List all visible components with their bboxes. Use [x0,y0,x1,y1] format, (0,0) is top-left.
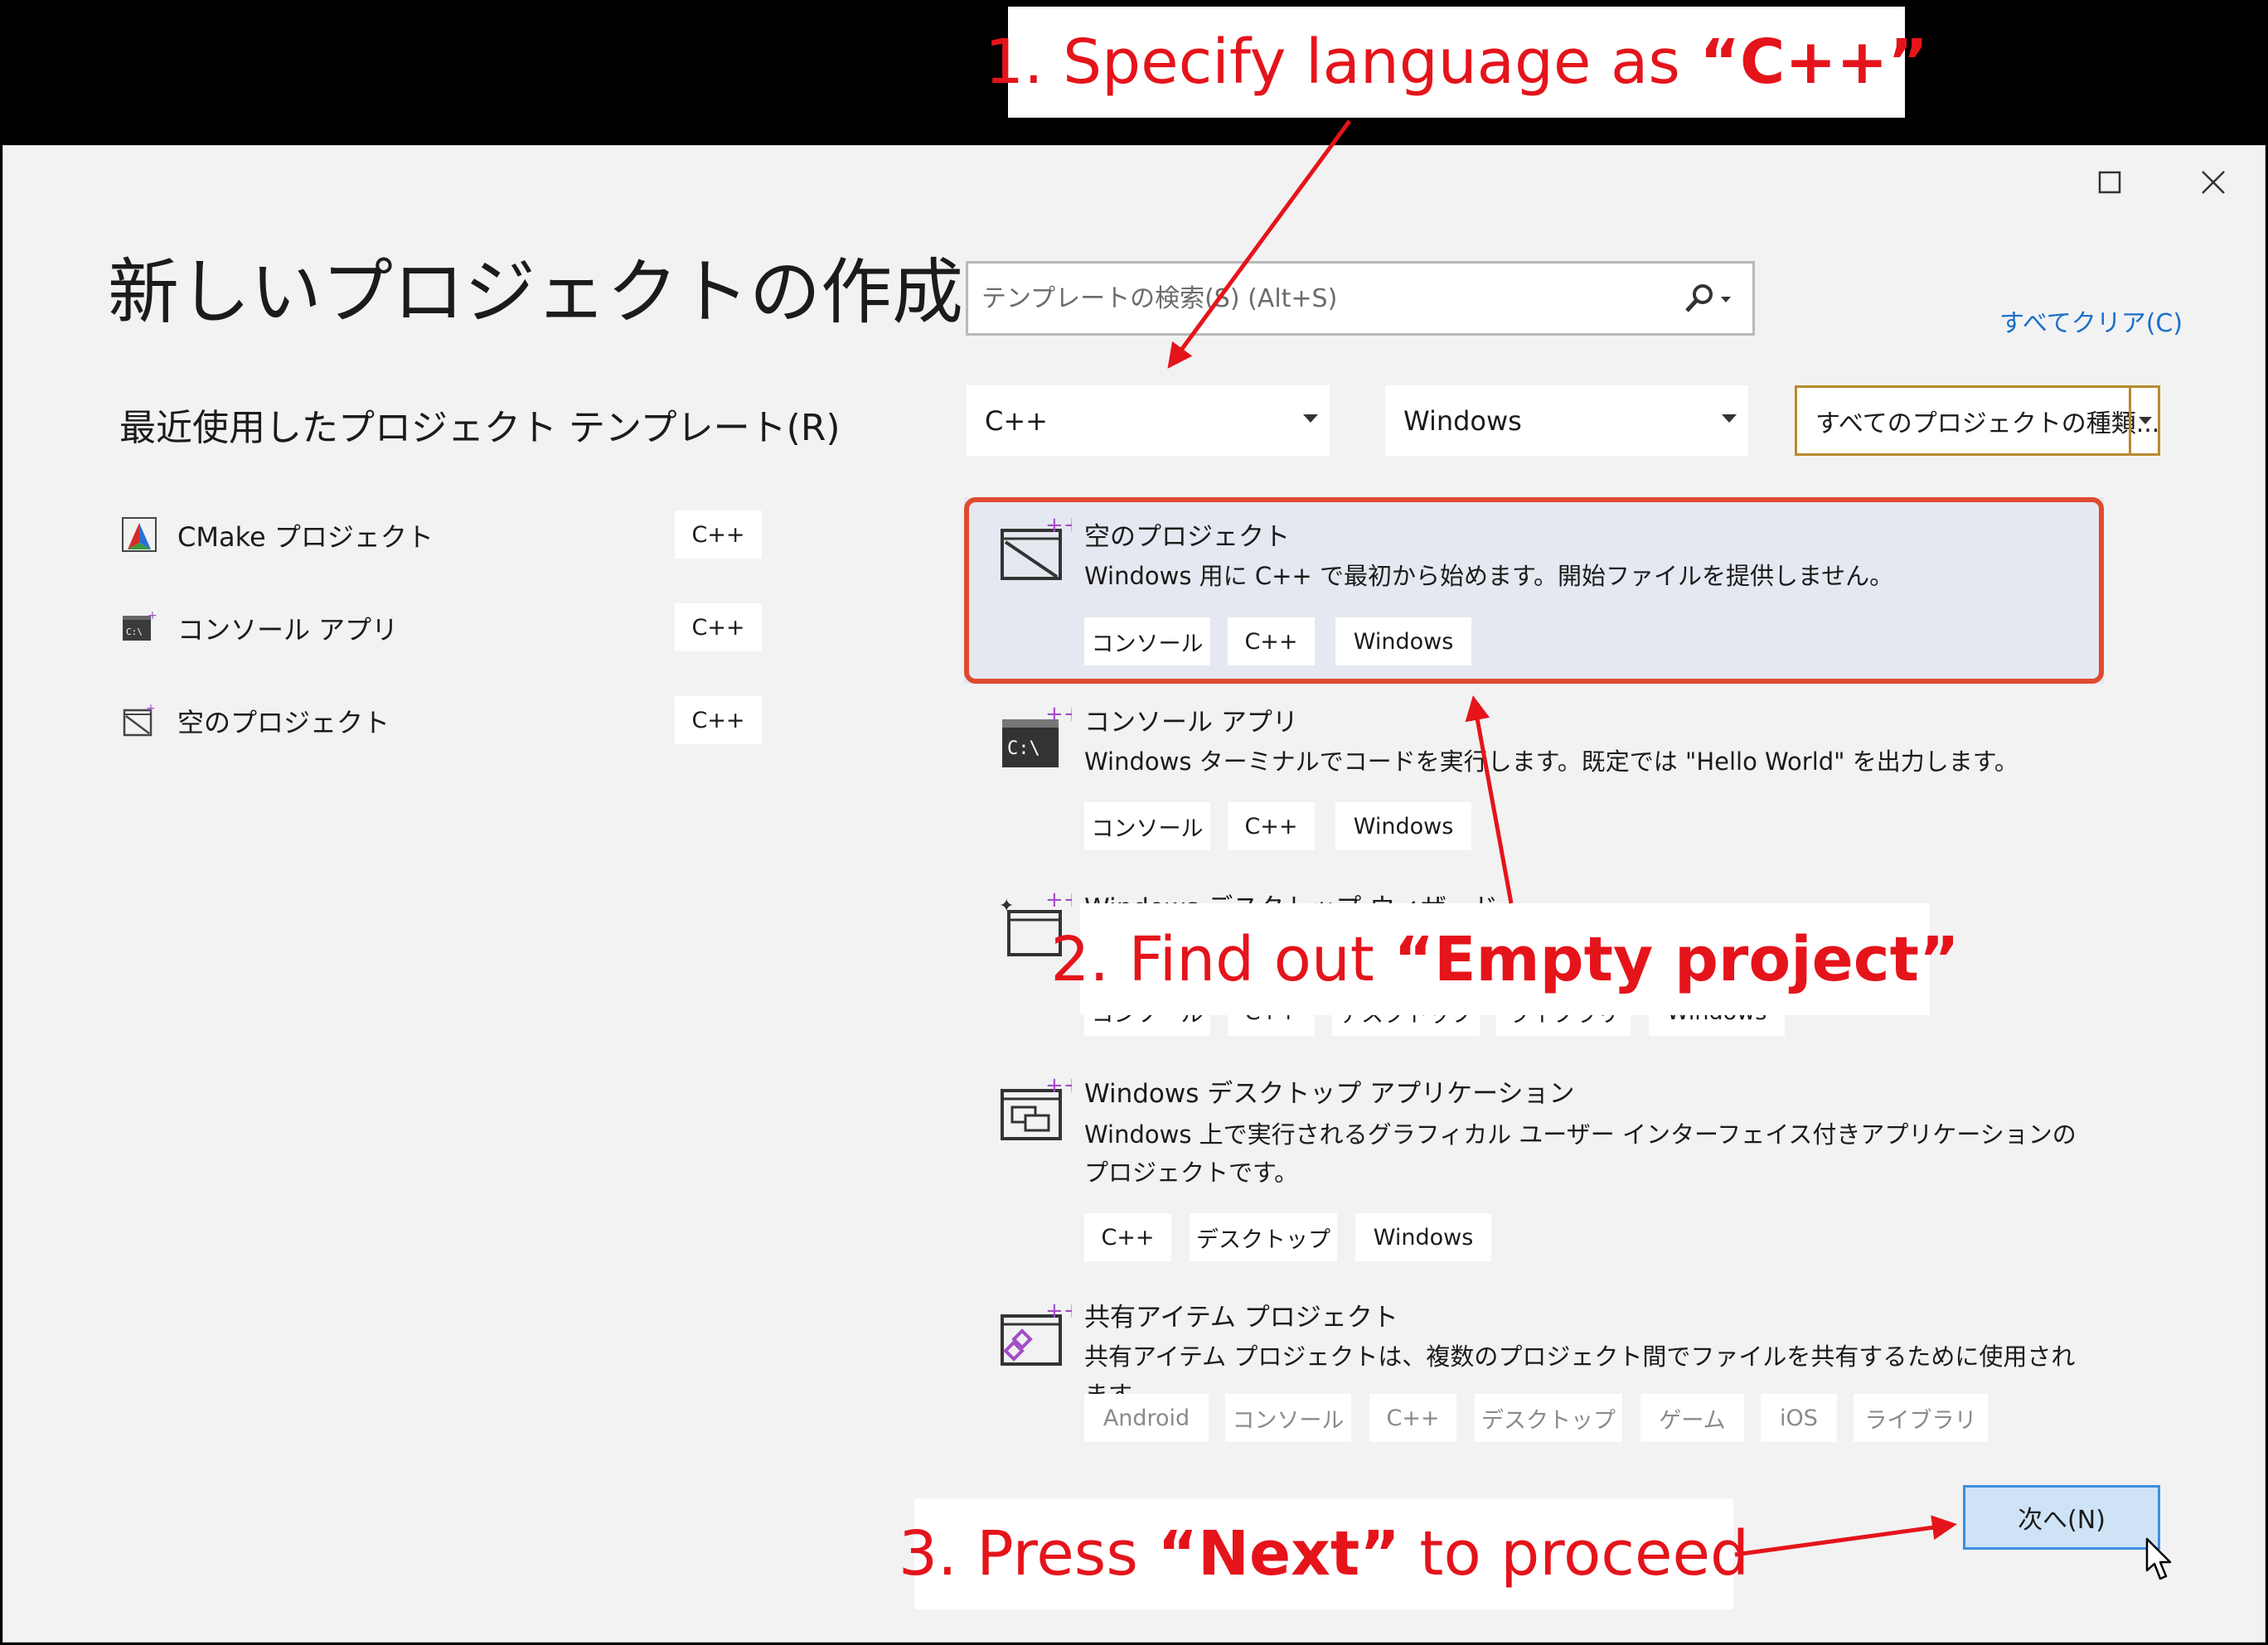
annotation-text: 2. Find out [1050,923,1394,995]
annotation-emphasis: “Empty project” [1393,923,1960,995]
empty-project-icon: + [123,702,156,737]
template-item-shared-items[interactable]: ++ 共有アイテム プロジェクト 共有アイテム プロジェクトは、複数のプロジェク… [964,1283,2104,1449]
clear-all-link[interactable]: すべてクリア(C) [1999,302,2183,339]
template-name: コンソール アプリ [1084,708,1298,738]
combo-divider [2129,388,2131,453]
recent-item-tag: C++ [675,510,762,559]
recent-templates-heading: 最近使用したプロジェクト テンプレート(R) [119,407,841,449]
recent-item-label: 空のプロジェクト [177,707,390,738]
template-item-empty-project[interactable]: ++ 空のプロジェクト Windows 用に C++ で最初から始めます。開始フ… [964,497,2104,684]
recent-item-console-app[interactable]: C:\ + コンソール アプリ C++ [119,595,766,661]
svg-text:C:\: C:\ [1007,738,1040,759]
recent-item-empty-project[interactable]: + 空のプロジェクト C++ [119,688,766,754]
maximize-button[interactable] [2085,162,2135,203]
template-item-desktop-app[interactable]: ++ Windows デスクトップ アプリケーション Windows 上で実行さ… [964,1057,2104,1281]
template-tag: C++ [1084,1213,1171,1261]
template-tag: ゲーム [1640,1394,1744,1442]
template-name: 空のプロジェクト [1084,522,1290,552]
annotation-emphasis: “C++” [1699,27,1928,98]
cmake-icon [122,517,157,552]
project-type-filter-value: すべてのプロジェクトの種類... [1815,409,2160,438]
svg-text:++: ++ [1045,702,1072,727]
template-tag: デスクトップ [1190,1213,1337,1261]
shared-items-icon: ++ [1001,1299,1072,1366]
template-tag: C++ [1228,802,1315,850]
recent-item-cmake[interactable]: CMake プロジェクト C++ [119,502,766,568]
platform-filter[interactable]: Windows [1385,385,1748,456]
template-tag: デスクトップ [1475,1394,1622,1442]
svg-text:++: ++ [1045,513,1072,538]
template-search-input[interactable] [980,283,1630,314]
desktop-app-icon: ++ [1001,1073,1072,1140]
template-tag: ライブラリ [1854,1394,1988,1442]
annotation-text: 1. Specify language as [985,27,1700,98]
template-tag: コンソール [1084,617,1210,665]
language-filter[interactable]: C++ [967,385,1330,456]
template-item-console-app[interactable]: C:\ ++ コンソール アプリ Windows ターミナルでコードを実行します… [964,686,2104,868]
console-app-icon: C:\ + [123,609,158,641]
chevron-down-icon [2139,417,2152,424]
chevron-down-icon [1722,414,1737,423]
template-tag: Windows [1335,617,1471,665]
language-filter-value: C++ [985,404,1048,437]
next-button[interactable]: 次へ(N) [1963,1485,2160,1550]
project-type-filter[interactable]: すべてのプロジェクトの種類... [1795,385,2160,456]
svg-text:C:\: C:\ [126,627,143,637]
recent-item-tag: C++ [675,696,762,744]
annotation-step2: 2. Find out “Empty project” [1050,903,1960,1015]
annotation-text: to proceed [1399,1518,1749,1589]
template-description: Windows 上で実行されるグラフィカル ユーザー インターフェイス付きアプリ… [1084,1120,2077,1187]
close-button[interactable] [2188,162,2238,203]
template-tag: コンソール [1225,1394,1351,1442]
svg-text:+: + [146,702,156,715]
svg-text:++: ++ [1045,1299,1072,1323]
template-tag: Windows [1335,802,1471,850]
template-search-box [966,261,1755,336]
empty-project-icon: ++ [1001,513,1072,580]
annotation-emphasis: “Next” [1157,1518,1400,1589]
template-tag: Android [1084,1394,1209,1442]
chevron-down-icon [1303,414,1318,423]
page-title: 新しいプロジェクトの作成 [108,251,963,334]
template-name: 共有アイテム プロジェクト [1084,1303,1398,1333]
template-tag: Windows [1355,1213,1491,1261]
template-tag: iOS [1761,1394,1837,1442]
recent-item-label: コンソール アプリ [177,614,399,646]
search-icon[interactable] [1678,280,1737,318]
template-description: Windows 用に C++ で最初から始めます。開始ファイルを提供しません。 [1084,562,1894,590]
template-name: Windows デスクトップ アプリケーション [1084,1079,1575,1109]
svg-text:✦: ✦ [999,896,1014,917]
template-tag: コンソール [1084,802,1210,850]
annotation-text: 3. Press [899,1518,1158,1589]
svg-text:++: ++ [1045,888,1072,912]
recent-item-tag: C++ [675,603,762,651]
mouse-cursor-icon [2145,1537,2172,1580]
svg-text:++: ++ [1045,1073,1072,1098]
template-tag: C++ [1369,1394,1456,1442]
recent-item-label: CMake プロジェクト [177,521,434,553]
close-icon [2202,171,2225,194]
annotation-step1: 1. Specify language as “C++” [985,7,1928,118]
template-description: Windows ターミナルでコードを実行します。既定では "Hello Worl… [1084,748,2018,776]
annotation-step3: 3. Press “Next” to proceed [899,1498,1749,1609]
platform-filter-value: Windows [1403,404,1522,437]
console-app-icon: C:\ ++ [1002,702,1072,767]
svg-text:+: + [148,609,158,622]
template-tag: C++ [1228,617,1315,665]
maximize-icon [2098,171,2121,194]
